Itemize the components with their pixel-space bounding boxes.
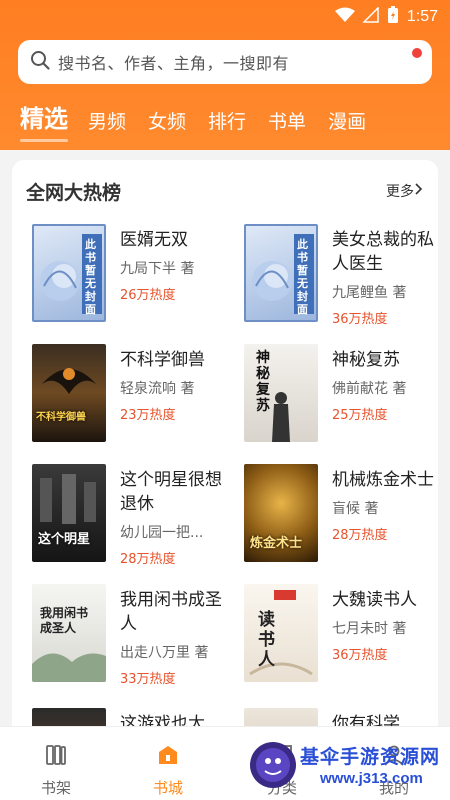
book-item[interactable]: 此书暂无封面 医婿无双 九局下半 著 26万热度	[26, 224, 226, 324]
tab-male[interactable]: 男频	[88, 107, 126, 140]
battery-icon	[387, 6, 399, 28]
watermark-title: 基伞手游资源网	[300, 746, 441, 768]
tab-booklist[interactable]: 书单	[268, 107, 306, 140]
book-item[interactable]: 炼金术士 机械炼金术士 盲候 著 28万热度	[238, 464, 438, 564]
more-link[interactable]: 更多	[386, 181, 424, 201]
notification-dot	[412, 48, 422, 58]
book-cover[interactable]: 炼金术士	[244, 464, 318, 562]
tab-comics[interactable]: 漫画	[328, 107, 366, 140]
nav-bookshelf[interactable]: 书架	[16, 743, 96, 798]
book-title[interactable]: 我用闲书成圣人	[120, 588, 232, 636]
watermark: 基伞手游资源网 www.j313.com	[248, 736, 450, 800]
status-time: 1:57	[406, 8, 438, 25]
book-info: 美女总裁的私人医生 九尾鲤鱼 著 36万热度	[332, 228, 438, 327]
nav-label: 书城	[152, 779, 183, 797]
category-tabs: 精选 男频 女频 排行 书单 漫画	[0, 98, 450, 142]
book-heat: 33万热度	[120, 672, 176, 687]
book-author: 九局下半 著	[120, 261, 195, 277]
cover-title: 不科学御兽	[36, 412, 86, 423]
book-info: 我用闲书成圣人 出走八万里 著 33万热度	[120, 588, 232, 687]
cover-title: 此书暂无封面	[85, 238, 96, 316]
book-author: 盲候 著	[332, 501, 379, 517]
hot-ranking-card: 全网大热榜 更多 此书暂无封面 医婿无双 九局下半 著 26万热度 此书暂无封面…	[12, 160, 438, 740]
book-cover[interactable]: 此书暂无封面	[244, 224, 318, 322]
search-placeholder[interactable]: 搜书名、作者、主角，一搜即有	[58, 50, 289, 74]
nav-bookstore[interactable]: 书城	[128, 743, 208, 798]
status-bar: 1:57	[0, 0, 450, 32]
book-heat: 36万热度	[332, 648, 388, 663]
book-item[interactable]: 我用闲书成圣人 我用闲书成圣人 出走八万里 著 33万热度	[26, 584, 226, 687]
book-item[interactable]: 神秘复苏 神秘复苏 佛前献花 著 25万热度	[238, 344, 438, 444]
cover-title: 这个明星	[38, 532, 91, 547]
search-bar[interactable]: 搜书名、作者、主角，一搜即有	[18, 40, 432, 84]
cover-title: 神秘复苏	[256, 350, 270, 414]
book-cover[interactable]: 这个明星	[32, 464, 106, 562]
cover-title: 炼金术士	[250, 536, 303, 551]
book-title[interactable]: 医婿无双	[120, 228, 232, 252]
cover-title: 我用闲书成圣人	[40, 606, 89, 635]
book-cover[interactable]: 神秘复苏	[244, 344, 318, 442]
book-cover[interactable]: 不科学御兽	[32, 344, 106, 442]
cover-title: 读书人	[258, 610, 275, 670]
book-author: 七月未时 著	[332, 621, 407, 637]
book-heat: 23万热度	[120, 408, 176, 423]
book-title[interactable]: 大魏读书人	[332, 588, 438, 612]
book-cover[interactable]: 读书人	[244, 584, 318, 682]
nav-label: 书架	[40, 779, 71, 797]
book-title[interactable]: 美女总裁的私人医生	[332, 228, 438, 276]
book-cover[interactable]: 此书暂无封面	[32, 224, 106, 322]
book-info: 大魏读书人 七月未时 著 36万热度	[332, 588, 438, 663]
book-heat: 28万热度	[120, 552, 176, 567]
watermark-logo	[248, 740, 298, 794]
book-info: 医婿无双 九局下半 著 26万热度	[120, 228, 232, 303]
section-title: 全网大热榜	[26, 182, 122, 204]
tab-female[interactable]: 女频	[148, 107, 186, 140]
book-info: 这个明星很想退休 幼儿园一把... 28万热度	[120, 468, 232, 567]
search-icon	[30, 50, 50, 74]
cover-title: 此书暂无封面	[297, 238, 308, 316]
book-item[interactable]: 此书暂无封面 美女总裁的私人医生 九尾鲤鱼 著 36万热度	[238, 224, 438, 327]
book-item[interactable]: 这个明星 这个明星很想退休 幼儿园一把... 28万热度	[26, 464, 226, 567]
bookstore-icon	[156, 746, 180, 771]
book-title[interactable]: 神秘复苏	[332, 348, 438, 372]
book-heat: 26万热度	[120, 288, 176, 303]
book-author: 轻泉流响 著	[120, 381, 195, 397]
wifi-icon	[334, 7, 355, 27]
book-info: 不科学御兽 轻泉流响 著 23万热度	[120, 348, 232, 423]
book-title[interactable]: 机械炼金术士	[332, 468, 438, 492]
book-title[interactable]: 不科学御兽	[120, 348, 232, 372]
book-info: 机械炼金术士 盲候 著 28万热度	[332, 468, 438, 543]
book-author: 出走八万里 著	[120, 645, 209, 661]
header: 1:57 搜书名、作者、主角，一搜即有 精选 男频 女频 排行 书单 漫画	[0, 0, 450, 150]
book-heat: 28万热度	[332, 528, 388, 543]
tab-ranking[interactable]: 排行	[208, 107, 246, 140]
bookshelf-icon	[44, 745, 68, 771]
book-author: 幼儿园一把...	[120, 525, 204, 541]
book-item[interactable]: 不科学御兽 不科学御兽 轻泉流响 著 23万热度	[26, 344, 226, 444]
book-item[interactable]: 读书人 大魏读书人 七月未时 著 36万热度	[238, 584, 438, 684]
chevron-right-icon	[414, 182, 424, 200]
tab-featured[interactable]: 精选	[20, 99, 68, 142]
book-info: 神秘复苏 佛前献花 著 25万热度	[332, 348, 438, 423]
book-heat: 36万热度	[332, 312, 388, 327]
book-author: 九尾鲤鱼 著	[332, 285, 407, 301]
book-cover[interactable]: 我用闲书成圣人	[32, 584, 106, 682]
more-label[interactable]: 更多	[386, 181, 414, 201]
book-author: 佛前献花 著	[332, 381, 407, 397]
watermark-url: www.j313.com	[320, 770, 423, 787]
book-heat: 25万热度	[332, 408, 388, 423]
signal-icon	[362, 6, 379, 27]
book-title[interactable]: 这个明星很想退休	[120, 468, 232, 516]
